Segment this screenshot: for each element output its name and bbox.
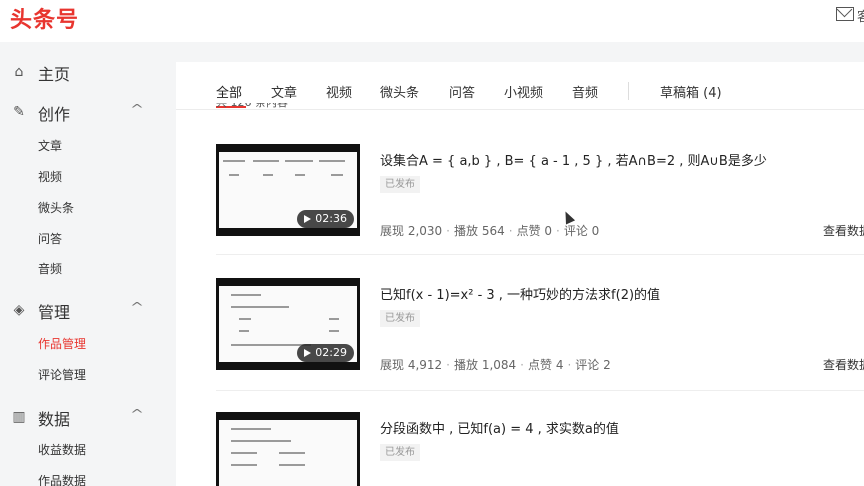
duration-badge: 02:29	[297, 344, 354, 362]
status-badge: 已发布	[380, 310, 420, 327]
item-title[interactable]: 分段函数中 , 已知f(a) = 4 , 求实数a的值	[380, 418, 619, 437]
content-panel: 全部 文章 视频 微头条 问答 小视频 音频 草稿箱 (4) 共 126 条内容…	[176, 62, 864, 486]
sidebar-section-manage[interactable]: ◈ 管理 ^	[0, 295, 176, 325]
mail-label[interactable]: 客	[857, 6, 864, 25]
video-thumbnail[interactable]: 02:36	[216, 144, 360, 236]
tab-drafts[interactable]: 草稿箱 (4)	[660, 82, 722, 101]
layers-icon: ◈	[13, 302, 25, 318]
sidebar-item-label: 主页	[38, 65, 71, 84]
tab-divider	[628, 82, 629, 100]
sidebar-item-audio[interactable]: 音频	[38, 260, 62, 277]
view-data-link[interactable]: 查看数据	[823, 356, 864, 373]
view-data-link[interactable]: 查看数据	[823, 222, 864, 239]
pencil-icon: ✎	[13, 104, 25, 120]
chevron-up-icon[interactable]: ^	[130, 407, 144, 421]
home-icon: ⌂	[14, 64, 24, 80]
divider	[216, 390, 864, 391]
tab-video[interactable]: 视频	[326, 82, 352, 101]
stat-plays: 播放 564	[454, 224, 505, 238]
top-bar: 头条号 客	[0, 0, 864, 42]
item-stats: 展现 4,912 · 播放 1,084 · 点赞 4 · 评论 2	[380, 358, 611, 372]
sidebar-item-article[interactable]: 文章	[38, 137, 62, 154]
mail-icon[interactable]	[836, 7, 854, 21]
sidebar-item-comments[interactable]: 评论管理	[38, 366, 86, 383]
tab-audio[interactable]: 音频	[572, 82, 598, 101]
video-thumbnail[interactable]	[216, 412, 360, 486]
sidebar-section-create[interactable]: ✎ 创作 ^	[0, 97, 176, 127]
stat-impressions: 展现 4,912	[380, 358, 443, 372]
sidebar-item-revenue[interactable]: 收益数据	[38, 441, 86, 458]
sidebar-item-home[interactable]: ⌂ 主页	[0, 57, 176, 87]
stat-likes: 点赞 0	[516, 224, 553, 238]
list-item: 分段函数中 , 已知f(a) = 4 , 求实数a的值 已发布	[216, 412, 864, 486]
chevron-up-icon[interactable]: ^	[130, 102, 144, 116]
sidebar-section-label: 管理	[38, 303, 71, 322]
sidebar-section-label: 数据	[38, 410, 71, 429]
item-title[interactable]: 设集合A = { a,b } , B= { a - 1 , 5 } , 若A∩B…	[380, 150, 767, 169]
sidebar-section-label: 创作	[38, 105, 71, 124]
tab-all[interactable]: 全部	[216, 82, 242, 101]
sidebar-item-works[interactable]: 作品管理	[38, 335, 86, 352]
sidebar: ⌂ 主页 ✎ 创作 ^ 文章 视频 微头条 问答 音频 ◈ 管理 ^ 作品管理 …	[0, 42, 176, 486]
sidebar-item-video[interactable]: 视频	[38, 168, 62, 185]
status-badge: 已发布	[380, 176, 420, 193]
sidebar-item-micro[interactable]: 微头条	[38, 199, 74, 216]
stat-impressions: 展现 2,030	[380, 224, 443, 238]
item-title[interactable]: 已知f(x - 1)=x² - 3 , 一种巧妙的方法求f(2)的值	[380, 284, 660, 303]
tab-bar: 全部 文章 视频 微头条 问答 小视频 音频 草稿箱 (4) 共 126 条内容	[176, 62, 864, 110]
tab-qa[interactable]: 问答	[449, 82, 475, 101]
stat-comments: 评论 0	[563, 224, 600, 238]
bar-chart-icon: ▥	[12, 409, 26, 425]
thumbnail-image	[219, 420, 357, 486]
stat-plays: 播放 1,084	[454, 358, 517, 372]
duration-badge: 02:36	[297, 210, 354, 228]
sidebar-item-qa[interactable]: 问答	[38, 230, 62, 247]
sidebar-item-works-data[interactable]: 作品数据	[38, 472, 86, 486]
chevron-up-icon[interactable]: ^	[130, 300, 144, 314]
logo[interactable]: 头条号	[10, 2, 79, 34]
tab-short-video[interactable]: 小视频	[504, 82, 543, 101]
video-thumbnail[interactable]: 02:29	[216, 278, 360, 370]
divider	[216, 254, 864, 255]
list-item: 02:29 已知f(x - 1)=x² - 3 , 一种巧妙的方法求f(2)的值…	[216, 278, 864, 391]
sidebar-section-data[interactable]: ▥ 数据 ^	[0, 402, 176, 432]
list-item: 02:36 设集合A = { a,b } , B= { a - 1 , 5 } …	[216, 144, 864, 255]
stat-likes: 点赞 4	[528, 358, 564, 372]
stat-comments: 评论 2	[575, 358, 611, 372]
tab-micro[interactable]: 微头条	[380, 82, 419, 101]
content-count: 共 126 条内容	[216, 103, 288, 111]
status-badge: 已发布	[380, 444, 420, 461]
tab-article[interactable]: 文章	[271, 82, 297, 101]
